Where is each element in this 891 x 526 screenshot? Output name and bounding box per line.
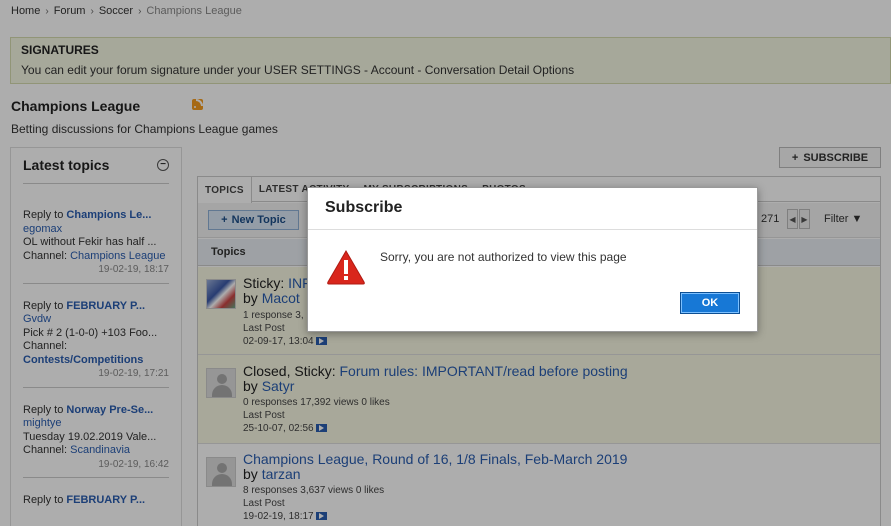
ok-button[interactable]: OK (680, 292, 740, 314)
dialog-title: Subscribe (325, 199, 403, 216)
dialog-message: Sorry, you are not authorized to view th… (380, 250, 627, 264)
dialog-divider (308, 229, 757, 230)
subscribe-dialog: Subscribe Sorry, you are not authorized … (307, 187, 758, 332)
warning-icon (327, 250, 365, 285)
